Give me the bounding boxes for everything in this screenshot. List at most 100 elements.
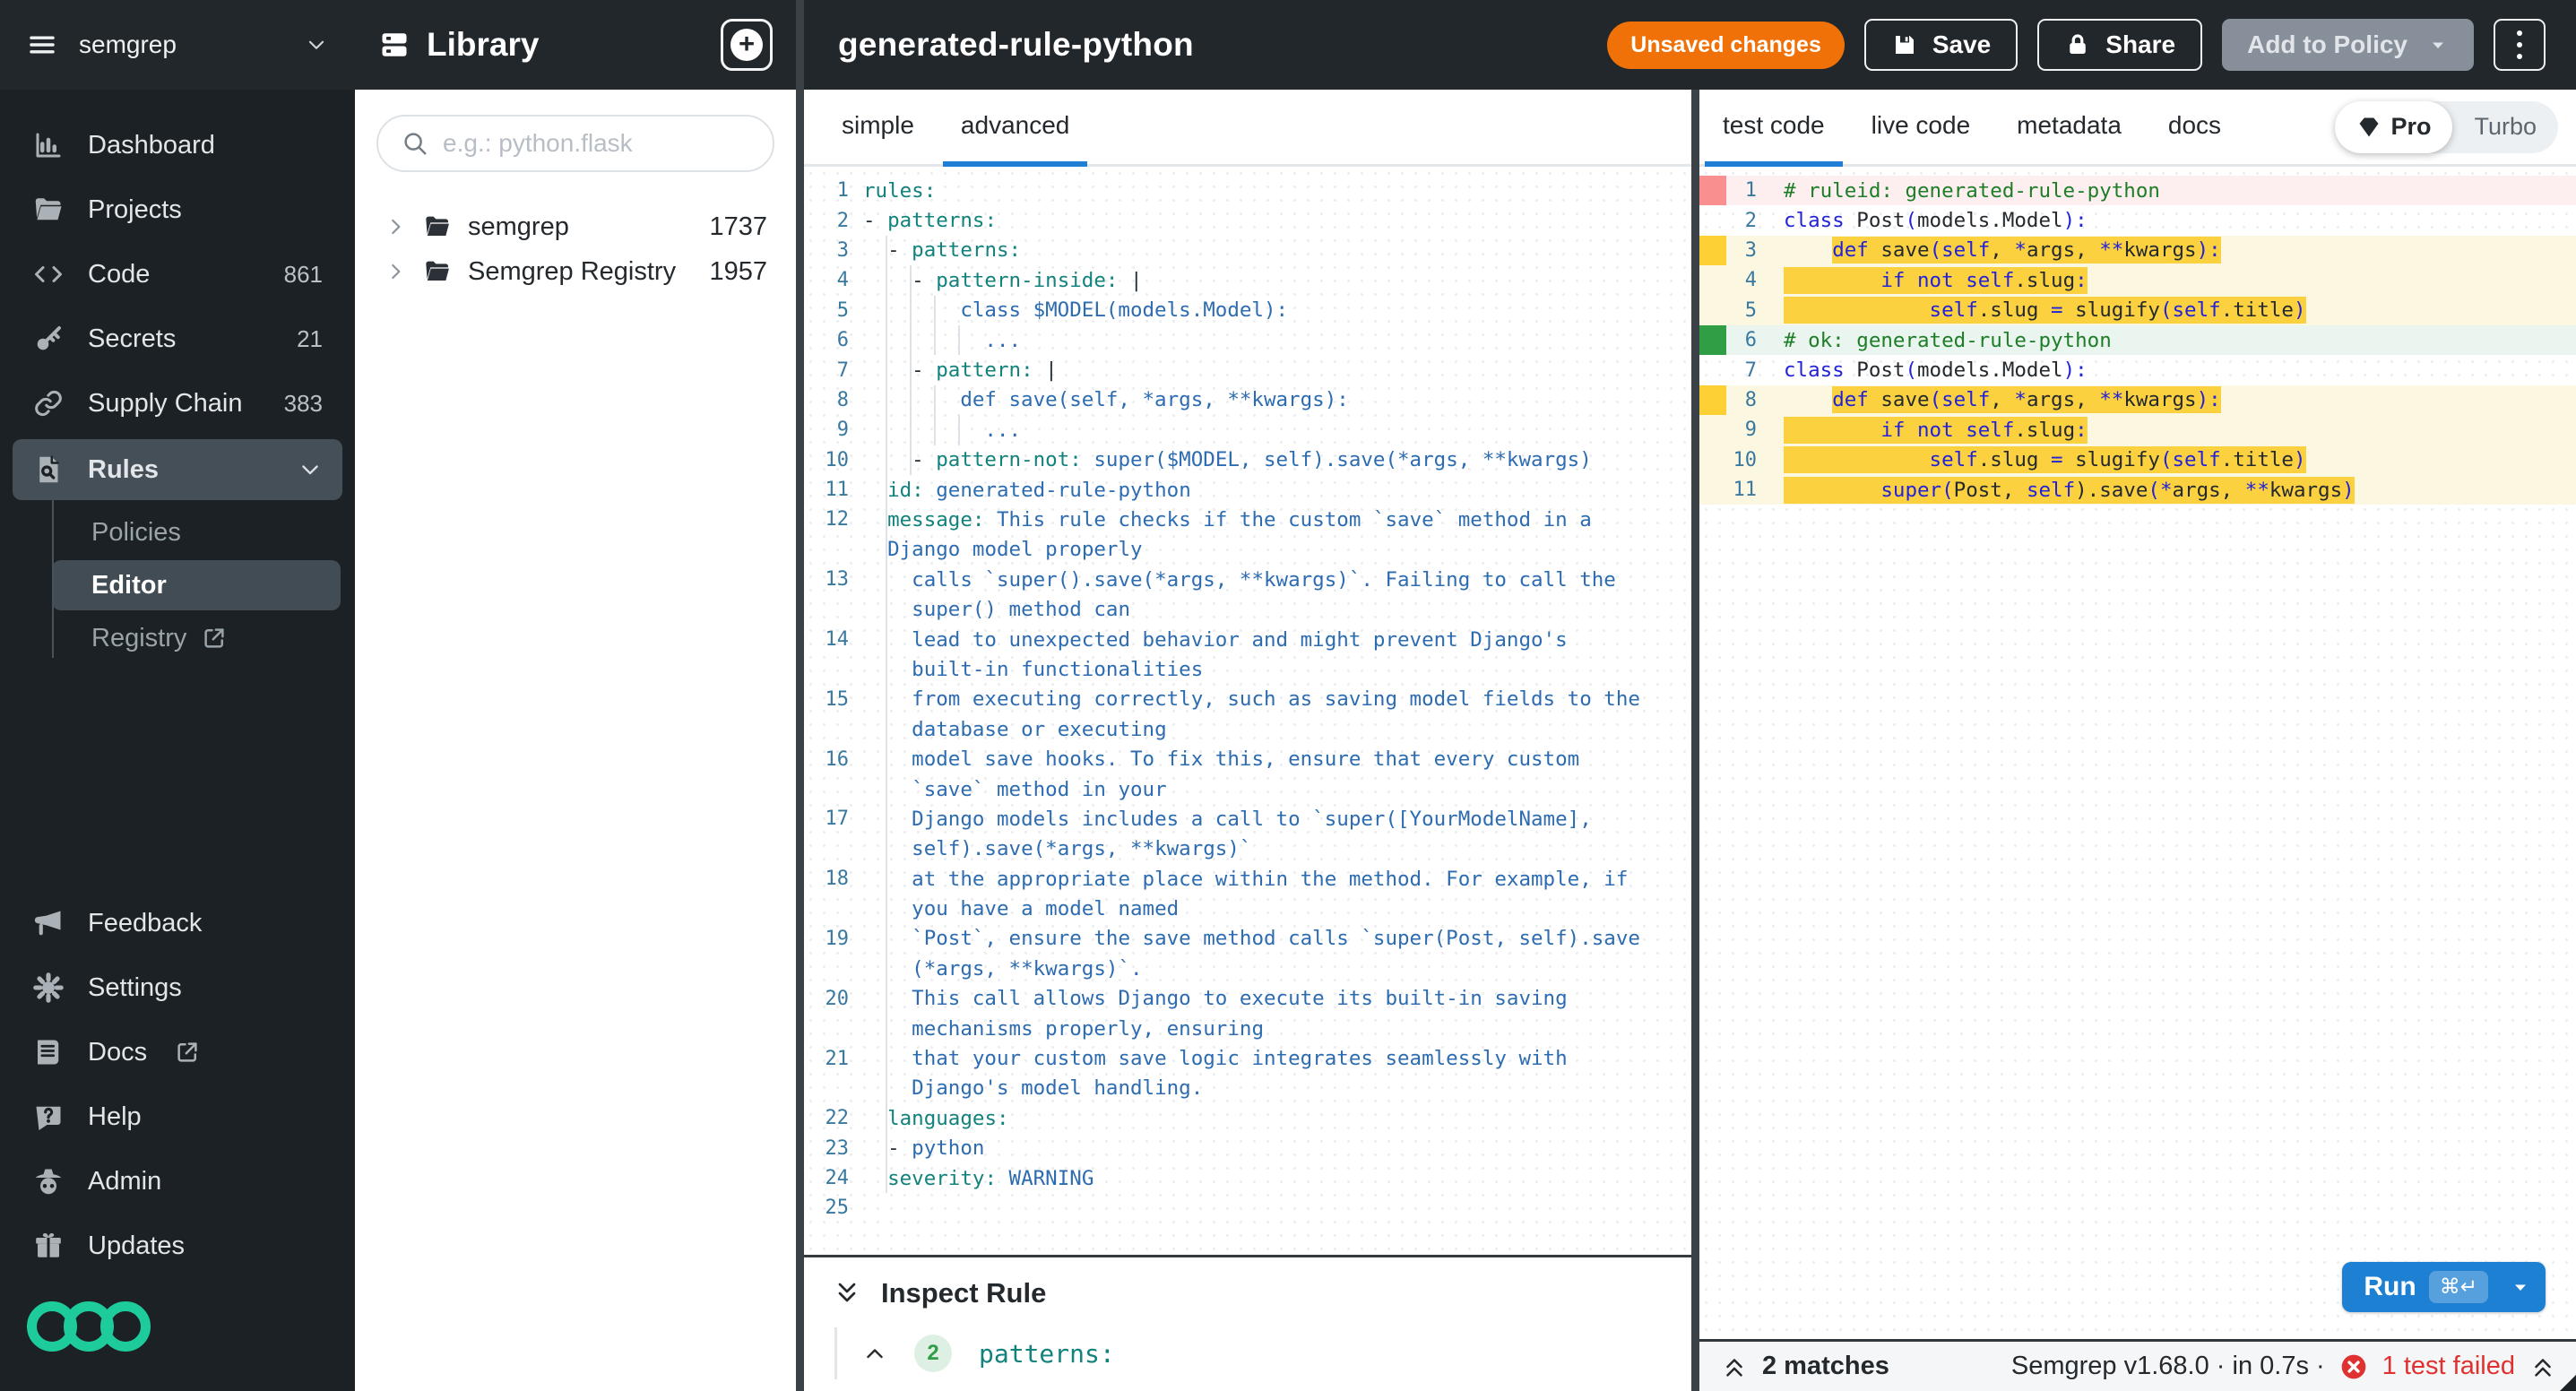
- code-line[interactable]: mechanisms properly, ensuring: [804, 1014, 1691, 1043]
- library-panel: Library + semgrep1737Semgrep Registry195…: [355, 0, 796, 1391]
- sidebar-item-settings[interactable]: Settings: [0, 955, 355, 1020]
- chevron-right-icon[interactable]: [384, 215, 407, 238]
- sidebar-item-label: Dashboard: [88, 131, 215, 160]
- code-line[interactable]: 11id: generated-rule-python: [804, 475, 1691, 505]
- match-highlight: .slug: [1978, 446, 2051, 473]
- code-line[interactable]: 6# ok: generated-rule-python: [1699, 325, 2576, 355]
- more-options-button[interactable]: [2494, 19, 2546, 71]
- code-line[interactable]: 23- python: [804, 1134, 1691, 1163]
- sidebar-item-editor[interactable]: Editor: [52, 560, 341, 610]
- sidebar-item-code[interactable]: Code861: [0, 242, 355, 307]
- code-line[interactable]: 3 def save(self, *args, **kwargs):: [1699, 236, 2576, 265]
- code-line[interactable]: self).save(*args, **kwargs)`: [804, 834, 1691, 864]
- inspect-rule-header[interactable]: Inspect Rule: [833, 1277, 1691, 1309]
- code-line[interactable]: 5class $MODEL(models.Model):: [804, 296, 1691, 325]
- code-line[interactable]: 21that your custom save logic integrates…: [804, 1043, 1691, 1073]
- yaml-editor[interactable]: 1rules:2- patterns:3- patterns:4- patter…: [804, 167, 1691, 1255]
- double-chevron-down-icon[interactable]: [833, 1279, 861, 1308]
- sidebar-item-admin[interactable]: Admin: [0, 1149, 355, 1214]
- code-line[interactable]: 7- pattern: |: [804, 355, 1691, 384]
- code-line[interactable]: 25: [804, 1193, 1691, 1223]
- sidebar-item-supply-chain[interactable]: Supply Chain383: [0, 371, 355, 436]
- sidebar-item-updates[interactable]: Updates: [0, 1214, 355, 1278]
- code-line[interactable]: 18at the appropriate place within the me…: [804, 864, 1691, 894]
- code-line[interactable]: 8 def save(self, *args, **kwargs):: [1699, 385, 2576, 415]
- code-line[interactable]: 12message: This rule checks if the custo…: [804, 505, 1691, 534]
- line-number: 23: [804, 1134, 863, 1163]
- code-line[interactable]: 10- pattern-not: super($MODEL, self).sav…: [804, 445, 1691, 475]
- code-line[interactable]: 4- pattern-inside: |: [804, 265, 1691, 295]
- sidebar-item-rules[interactable]: Rules: [13, 439, 342, 500]
- match-highlight: super(: [1784, 477, 1954, 504]
- run-dropdown-caret[interactable]: [2510, 1276, 2531, 1298]
- code-line[interactable]: (*args, **kwargs)`.: [804, 954, 1691, 983]
- tab-metadata[interactable]: metadata: [1999, 90, 2139, 167]
- code-line[interactable]: Django's model handling.: [804, 1074, 1691, 1103]
- run-button[interactable]: Run ⌘↵: [2342, 1262, 2546, 1312]
- code-line[interactable]: 17Django models includes a call to `supe…: [804, 804, 1691, 834]
- code-text: ...: [863, 415, 1021, 445]
- code-line[interactable]: 9 if not self.slug:: [1699, 415, 2576, 445]
- code-line[interactable]: 14lead to unexpected behavior and might …: [804, 625, 1691, 654]
- tab-docs[interactable]: docs: [2150, 90, 2239, 167]
- chevron-up-icon[interactable]: [862, 1341, 887, 1366]
- panel-divider[interactable]: [1691, 90, 1699, 1391]
- sidebar-item-feedback[interactable]: Feedback: [0, 891, 355, 955]
- library-folder-semgrep[interactable]: semgrep1737: [376, 204, 774, 249]
- code-line[interactable]: 15from executing correctly, such as savi…: [804, 685, 1691, 714]
- tab-simple[interactable]: simple: [824, 90, 932, 167]
- inspect-pattern-key[interactable]: patterns:: [979, 1339, 1115, 1369]
- code-line[interactable]: 2class Post(models.Model):: [1699, 205, 2576, 235]
- turbo-mode-toggle[interactable]: Turbo: [2452, 101, 2558, 153]
- tab-test-code[interactable]: test code: [1705, 90, 1843, 167]
- resize-handle[interactable]: [2560, 1375, 2576, 1391]
- code-line[interactable]: 9...: [804, 415, 1691, 445]
- sidebar-item-secrets[interactable]: Secrets21: [0, 307, 355, 371]
- code-line[interactable]: 6...: [804, 325, 1691, 355]
- code-line[interactable]: 2- patterns:: [804, 205, 1691, 235]
- code-line[interactable]: 3- patterns:: [804, 236, 1691, 265]
- sidebar-item-projects[interactable]: Projects: [0, 177, 355, 242]
- new-rule-button[interactable]: +: [721, 19, 773, 71]
- expand-results-icon[interactable]: [2529, 1353, 2556, 1380]
- code-line[interactable]: super() method can: [804, 594, 1691, 624]
- code-line[interactable]: 13calls `super().save(*args, **kwargs)`.…: [804, 565, 1691, 594]
- sidebar-item-help[interactable]: Help: [0, 1084, 355, 1149]
- share-button[interactable]: Share: [2037, 19, 2202, 71]
- tab-live-code[interactable]: live code: [1854, 90, 1989, 167]
- code-line[interactable]: Django model properly: [804, 535, 1691, 565]
- save-button[interactable]: Save: [1864, 19, 2018, 71]
- line-number: 10: [1726, 445, 1768, 475]
- code-line[interactable]: 1rules:: [804, 176, 1691, 205]
- code-line[interactable]: 8def save(self, *args, **kwargs):: [804, 385, 1691, 415]
- code-line[interactable]: 10 self.slug = slugify(self.title): [1699, 445, 2576, 475]
- workspace-switcher[interactable]: semgrep: [0, 0, 355, 90]
- code-line[interactable]: 20This call allows Django to execute its…: [804, 984, 1691, 1014]
- code-line[interactable]: 1# ruleid: generated-rule-python: [1699, 176, 2576, 205]
- code-line[interactable]: 22languages:: [804, 1103, 1691, 1133]
- line-number: 11: [804, 475, 863, 505]
- code-line[interactable]: 7class Post(models.Model):: [1699, 355, 2576, 384]
- code-line[interactable]: you have a model named: [804, 894, 1691, 923]
- code-line[interactable]: built-in functionalities: [804, 654, 1691, 684]
- test-code-editor[interactable]: 1# ruleid: generated-rule-python2class P…: [1699, 167, 2576, 1339]
- code-line[interactable]: 11 super(Post, self).save(*args, **kwarg…: [1699, 475, 2576, 505]
- code-line[interactable]: 19`Post`, ensure the save method calls `…: [804, 924, 1691, 954]
- code-line[interactable]: `save` method in your: [804, 774, 1691, 804]
- pro-engine-toggle[interactable]: Pro: [2335, 101, 2452, 153]
- code-line[interactable]: 16model save hooks. To fix this, ensure …: [804, 744, 1691, 773]
- tab-advanced[interactable]: advanced: [943, 90, 1087, 167]
- code-line[interactable]: 5 self.slug = slugify(self.title): [1699, 296, 2576, 325]
- sidebar-item-docs[interactable]: Docs: [0, 1020, 355, 1084]
- add-to-policy-button[interactable]: Add to Policy: [2222, 19, 2474, 71]
- code-line[interactable]: database or executing: [804, 714, 1691, 744]
- sidebar-item-dashboard[interactable]: Dashboard: [0, 113, 355, 177]
- expand-matches-icon[interactable]: [1721, 1353, 1748, 1380]
- code-line[interactable]: 4 if not self.slug:: [1699, 265, 2576, 295]
- panel-divider[interactable]: [796, 0, 804, 1391]
- code-line[interactable]: 24severity: WARNING: [804, 1163, 1691, 1193]
- library-folder-semgrep-registry[interactable]: Semgrep Registry1957: [376, 249, 774, 294]
- chevron-right-icon[interactable]: [384, 260, 407, 283]
- hamburger-menu-icon[interactable]: [27, 30, 57, 60]
- search-input[interactable]: [443, 129, 749, 158]
